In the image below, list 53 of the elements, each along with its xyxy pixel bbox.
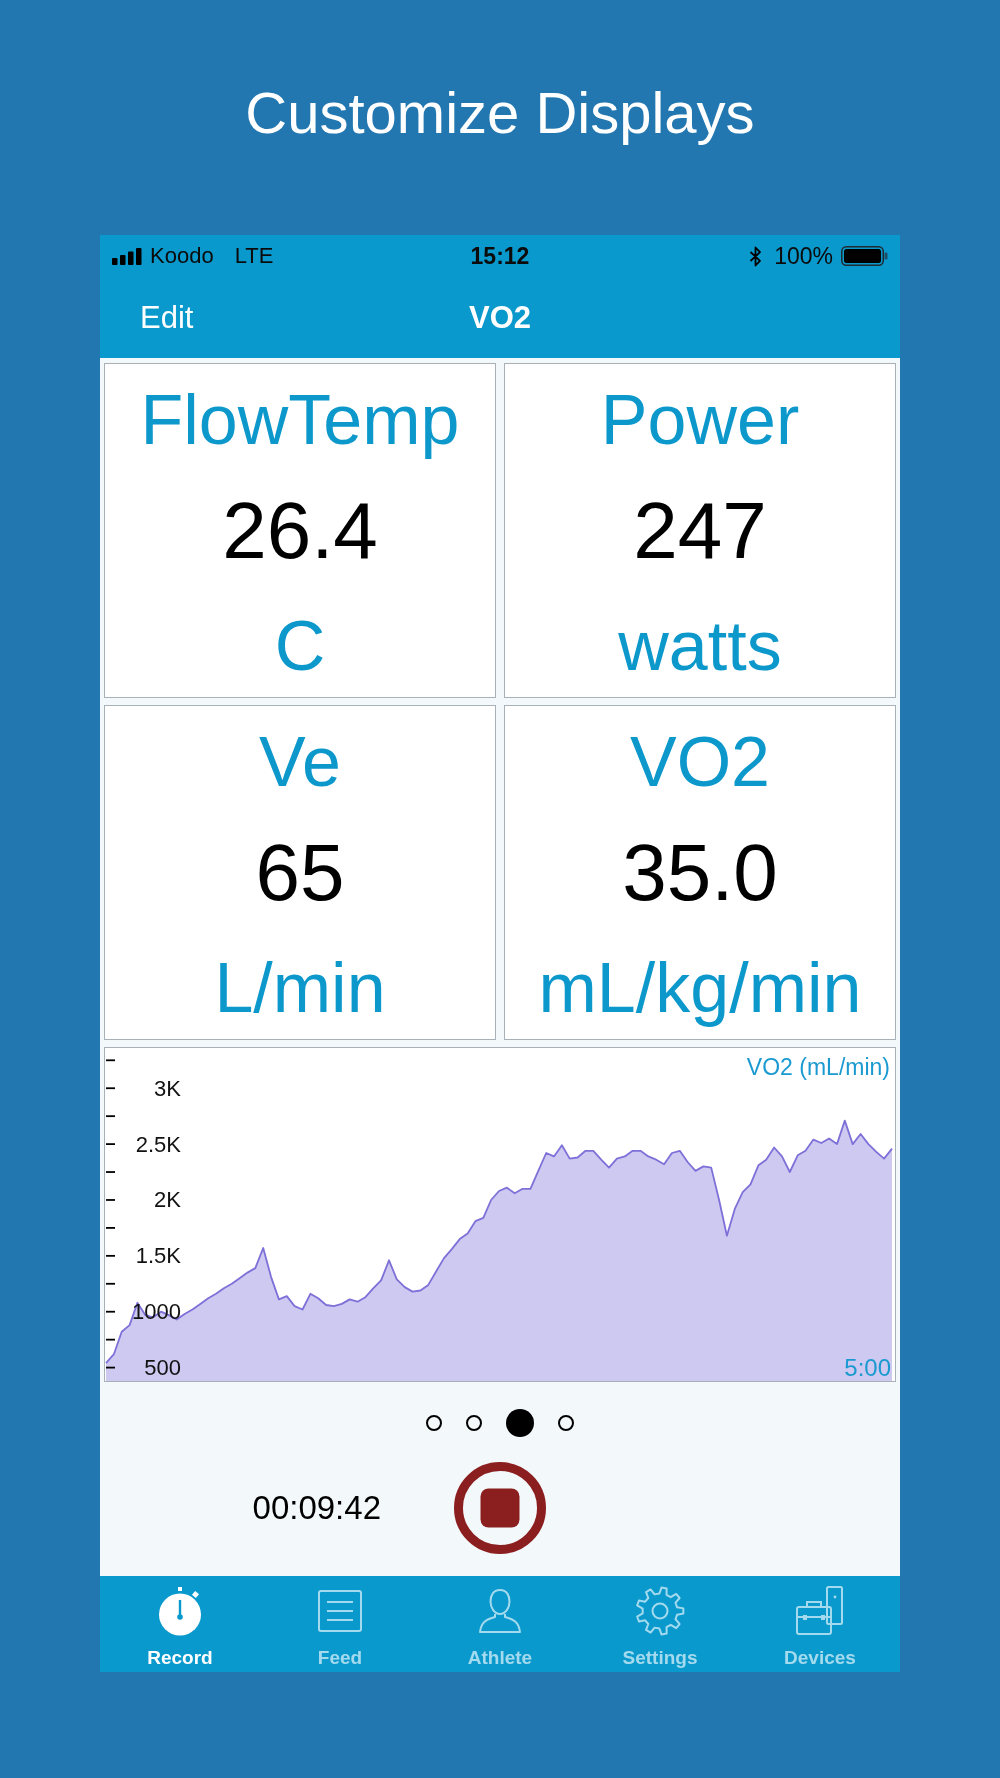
network-type: LTE — [234, 243, 274, 269]
metric-unit: C — [274, 610, 326, 681]
axis-tick-mark — [105, 1310, 116, 1313]
metric-label: Ve — [259, 726, 341, 797]
axis-tick-mark — [105, 1115, 116, 1118]
axis-tick-label: 2.5K — [135, 1131, 181, 1157]
axis-tick-label: 500 — [144, 1355, 181, 1381]
stop-button[interactable] — [454, 1462, 546, 1554]
axis-tick-mark — [105, 1254, 116, 1257]
status-time: 15:12 — [470, 242, 530, 270]
axis-tick-mark — [105, 1338, 116, 1341]
page-dot[interactable] — [426, 1415, 442, 1431]
time-label: 5:00 — [844, 1353, 891, 1381]
battery-percentage: 100% — [774, 242, 833, 270]
axis-tick-label: 3K — [154, 1075, 181, 1101]
page-dot[interactable] — [466, 1415, 482, 1431]
metric-value: 65 — [255, 832, 345, 913]
battery-icon — [841, 246, 888, 266]
tab[interactable]: Record — [100, 1576, 260, 1672]
nav-title: VO2 — [469, 298, 531, 337]
carrier-name: Koodo — [150, 243, 214, 269]
metric-unit: L/min — [214, 952, 386, 1023]
stop-icon — [454, 1462, 546, 1554]
metric-value: 26.4 — [222, 490, 378, 571]
settings-icon — [635, 1586, 685, 1636]
axis-tick-label: 2K — [154, 1187, 181, 1213]
tab[interactable]: Devices — [740, 1576, 900, 1672]
tab[interactable]: Feed — [260, 1576, 420, 1672]
axis-tick-mark — [105, 1059, 116, 1062]
metric-unit: watts — [618, 610, 782, 681]
signal-bars-icon — [112, 247, 143, 265]
axis-tick-mark — [105, 1282, 116, 1285]
series-label: VO2 (mL/min) — [746, 1054, 890, 1080]
axis-tick-mark — [105, 1366, 116, 1369]
axis-tick-mark — [105, 1087, 116, 1090]
bluetooth-icon — [749, 245, 763, 267]
axis-tick-mark — [105, 1199, 116, 1201]
metric-label: Power — [600, 384, 800, 455]
edit-button[interactable]: Edit — [140, 298, 194, 337]
elapsed-time: 00:09:42 — [252, 1489, 381, 1527]
metric-value: 35.0 — [622, 832, 778, 913]
headline: Customize Displays — [245, 80, 755, 145]
axis-tick-label: 1.5K — [135, 1243, 181, 1269]
briefcase-icon — [795, 1586, 845, 1636]
tab[interactable]: Athlete — [420, 1576, 580, 1672]
metric-value: 247 — [633, 490, 767, 571]
metric-label: VO2 — [629, 726, 771, 797]
axis-tick-mark — [105, 1171, 116, 1173]
page-dot[interactable] — [558, 1415, 574, 1431]
axis-tick-mark — [105, 1143, 116, 1145]
axis-tick-mark — [105, 1227, 116, 1229]
tab[interactable]: Settings — [580, 1576, 740, 1672]
page-dot[interactable] — [506, 1409, 534, 1437]
